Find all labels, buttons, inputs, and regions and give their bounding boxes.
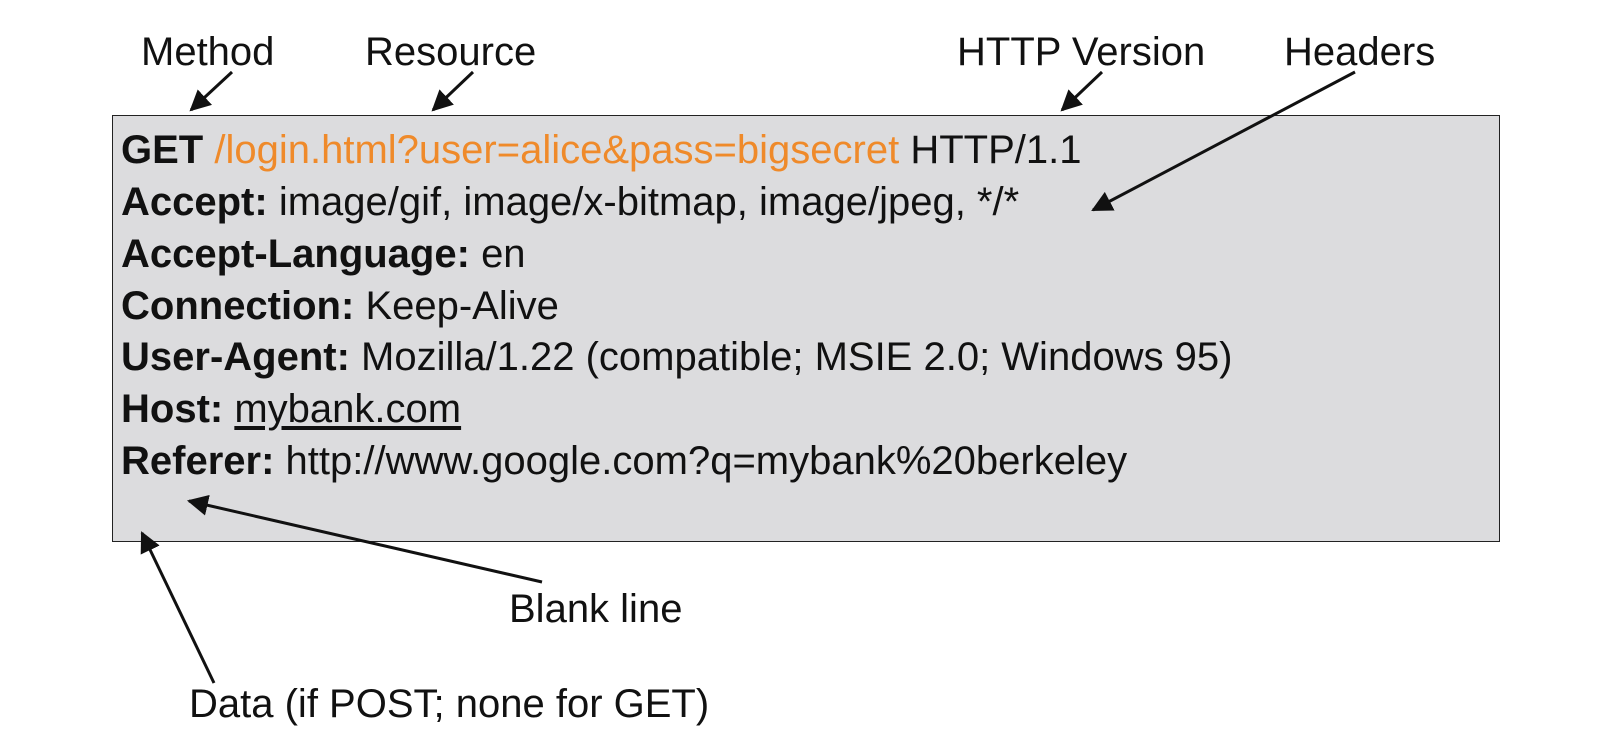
data-arrow (140, 531, 216, 684)
http-version-arrow (1060, 70, 1104, 112)
headers-arrow (1091, 70, 1356, 212)
blank-line-arrow (186, 494, 543, 584)
annotation-arrows (140, 70, 1356, 684)
resource-arrow (431, 70, 475, 112)
method-arrow (189, 70, 234, 112)
